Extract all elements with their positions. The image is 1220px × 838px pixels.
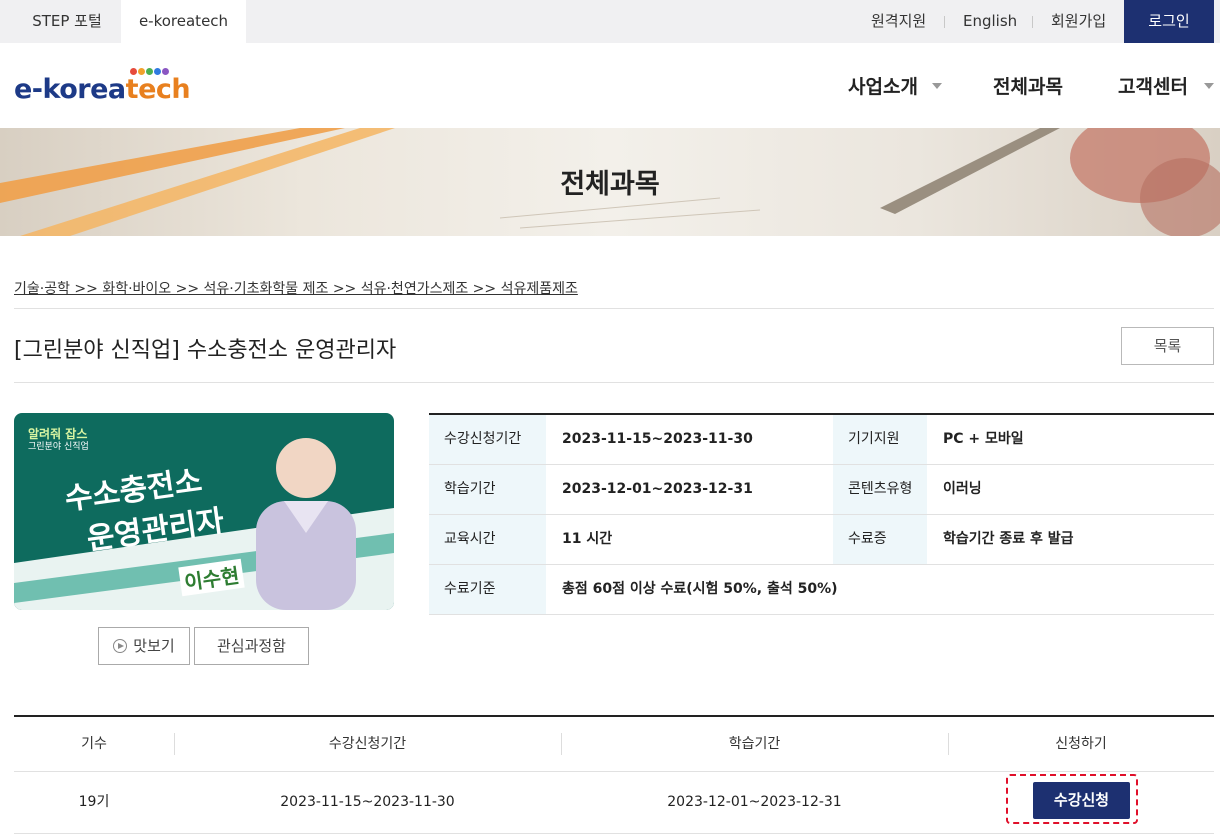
list-button[interactable]: 목록 xyxy=(1121,327,1214,365)
divider xyxy=(1032,16,1033,28)
favorite-button[interactable]: 관심과정함 xyxy=(194,627,309,665)
top-utility-bar: STEP 포털 e-koreatech 원격지원 English 회원가입 로그… xyxy=(0,0,1220,43)
session-enroll-period: 2023-11-15~2023-11-30 xyxy=(280,794,455,810)
table-header: 기수 수강신청기간 학습기간 신청하기 xyxy=(14,717,1214,772)
play-icon xyxy=(113,639,128,653)
info-row: 수료기준 총점 60점 이상 수료(시험 50%, 출석 50%) xyxy=(429,565,1214,615)
column-header: 학습기간 xyxy=(728,736,781,752)
info-label: 수료증 xyxy=(833,515,927,564)
info-row: 학습기간 2023-12-01~2023-12-31 콘텐츠유형 이러닝 xyxy=(429,465,1214,515)
e-koreatech-logo[interactable]: e-koreatech xyxy=(14,66,191,106)
preview-button[interactable]: 맛보기 xyxy=(98,627,190,665)
session-study-period: 2023-12-01~2023-12-31 xyxy=(667,794,842,810)
info-label: 수료기준 xyxy=(429,565,546,614)
info-label: 콘텐츠유형 xyxy=(833,465,927,514)
info-value: 2023-12-01~2023-12-31 xyxy=(562,481,753,497)
breadcrumb[interactable]: 기술·공학 >> 화학·바이오 >> 석유·기초화학물 제조 >> 석유·천연가… xyxy=(14,278,578,298)
column-header: 수강신청기간 xyxy=(328,736,407,752)
chevron-down-icon xyxy=(932,83,942,89)
remote-support-link[interactable]: 원격지원 xyxy=(871,0,926,43)
divider xyxy=(14,308,1214,309)
info-value: 학습기간 종료 후 발급 xyxy=(943,531,1074,547)
info-label: 교육시간 xyxy=(429,515,546,564)
logo-text: e-korea xyxy=(14,74,126,105)
session-term: 19기 xyxy=(78,794,110,810)
column-header: 신청하기 xyxy=(1055,736,1107,752)
nav-all-courses[interactable]: 전체과목 xyxy=(993,72,1063,100)
divider xyxy=(944,16,945,28)
info-row: 교육시간 11 시간 수료증 학습기간 종료 후 발급 xyxy=(429,515,1214,565)
logo-text-accent: tech xyxy=(125,74,191,105)
course-title: [그린분야 신직업] 수소충전소 운영관리자 xyxy=(14,338,397,363)
info-label: 수강신청기간 xyxy=(429,415,546,464)
info-label: 기기지원 xyxy=(833,415,927,464)
info-row: 수강신청기간 2023-11-15~2023-11-30 기기지원 PC + 모… xyxy=(429,415,1214,465)
english-link[interactable]: English xyxy=(963,0,1017,43)
info-value: 2023-11-15~2023-11-30 xyxy=(562,431,753,447)
thumbnail-subtitle: 그린분야 신직업 xyxy=(28,442,89,452)
chevron-down-icon xyxy=(1204,83,1214,89)
banner-title: 전체과목 xyxy=(560,169,660,200)
divider xyxy=(14,382,1214,383)
course-info-table: 수강신청기간 2023-11-15~2023-11-30 기기지원 PC + 모… xyxy=(429,413,1214,615)
info-value: PC + 모바일 xyxy=(943,431,1024,447)
preview-button-label: 맛보기 xyxy=(133,637,175,655)
page-banner: 전체과목 xyxy=(0,128,1220,236)
tab-e-koreatech[interactable]: e-koreatech xyxy=(121,0,246,43)
enroll-button[interactable]: 수강신청 xyxy=(1033,782,1130,819)
login-button[interactable]: 로그인 xyxy=(1124,0,1214,43)
nav-customer-center[interactable]: 고객센터 xyxy=(1118,72,1188,100)
info-value: 11 시간 xyxy=(562,531,613,547)
info-label: 학습기간 xyxy=(429,465,546,514)
column-header: 기수 xyxy=(81,736,107,752)
info-value: 이러닝 xyxy=(943,481,982,497)
info-value: 총점 60점 이상 수료(시험 50%, 출석 50%) xyxy=(562,581,838,597)
signup-link[interactable]: 회원가입 xyxy=(1051,0,1106,43)
course-thumbnail[interactable]: 알려줘 잡스 그린분야 신직업 수소충전소 운영관리자 이수현 xyxy=(14,413,394,610)
nav-business-intro[interactable]: 사업소개 xyxy=(848,72,918,100)
tab-step-portal[interactable]: STEP 포털 xyxy=(14,0,120,43)
